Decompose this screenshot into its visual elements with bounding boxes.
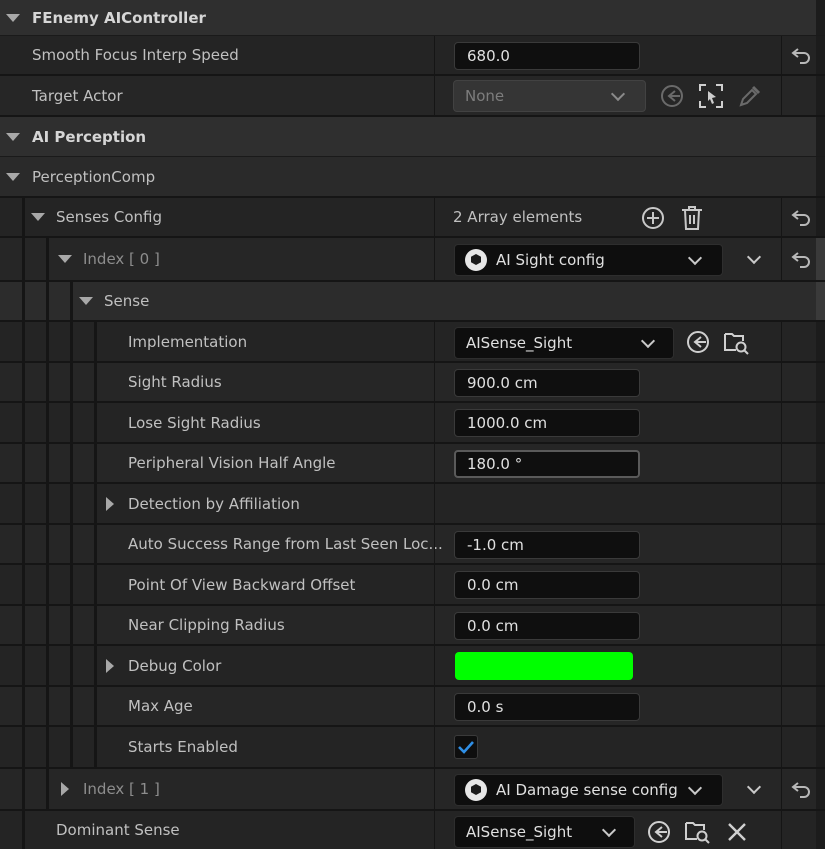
property-label: Peripheral Vision Half Angle	[128, 454, 336, 472]
cube-icon	[465, 779, 487, 801]
row-detection-by-affiliation[interactable]: Detection by Affiliation	[0, 484, 825, 525]
array-count: 2 Array elements	[453, 208, 583, 226]
property-label: Implementation	[128, 332, 248, 351]
browse-icon[interactable]	[685, 819, 711, 845]
category-ai-perception[interactable]: AI Perception	[0, 117, 825, 157]
property-label: Target Actor	[32, 86, 123, 105]
row-max-age: Max Age 0.0 s	[0, 687, 825, 727]
row-starts-enabled: Starts Enabled	[0, 727, 825, 769]
pov-backward-offset-input[interactable]: 0.0 cm	[454, 571, 640, 599]
combo-value: AISense_Sight	[466, 823, 573, 841]
add-icon[interactable]	[641, 206, 665, 230]
row-senses-config: Senses Config 2 Array elements	[0, 198, 825, 238]
trash-icon[interactable]	[681, 206, 703, 230]
property-label: Senses Config	[56, 208, 163, 226]
reset-arrow-icon[interactable]	[791, 208, 811, 226]
row-pov-backward-offset: Point Of View Backward Offset 0.0 cm	[0, 565, 825, 606]
property-label: Debug Color	[128, 656, 222, 675]
auto-success-range-input[interactable]: -1.0 cm	[454, 531, 640, 559]
row-near-clipping-radius: Near Clipping Radius 0.0 cm	[0, 606, 825, 646]
property-label: Lose Sight Radius	[128, 413, 261, 432]
combo-value: AISense_Sight	[466, 334, 573, 352]
expand-arrow-icon[interactable]	[106, 658, 114, 673]
reset-arrow-icon[interactable]	[791, 250, 811, 268]
row-target-actor: Target Actor None	[0, 76, 825, 117]
debug-color-swatch[interactable]	[455, 652, 633, 680]
row-dominant-sense: Dominant Sense AISense_Sight	[0, 811, 825, 849]
chevron-down-icon	[640, 333, 656, 349]
row-index-0: Index [ 0 ] AI Sight config	[0, 238, 825, 282]
smooth-focus-input[interactable]: 680.0	[454, 42, 640, 70]
clear-icon[interactable]	[727, 822, 747, 842]
use-selected-icon[interactable]	[686, 330, 710, 354]
use-selected-icon[interactable]	[647, 820, 671, 844]
dominant-sense-combo[interactable]: AISense_Sight	[454, 816, 635, 848]
collapse-arrow-icon[interactable]	[31, 213, 45, 221]
collapse-arrow-icon[interactable]	[6, 13, 20, 22]
index-0-combo[interactable]: AI Sight config	[454, 244, 723, 276]
property-label: Index [ 0 ]	[83, 250, 160, 268]
category-title: FEnemy AIController	[32, 8, 206, 27]
pick-actor-icon[interactable]	[698, 83, 724, 109]
chevron-down-icon	[610, 86, 626, 102]
chevron-down-icon	[687, 250, 703, 266]
expand-arrow-icon[interactable]	[61, 782, 69, 796]
peripheral-vision-input[interactable]: 180.0 °	[454, 450, 640, 478]
combo-value: AI Damage sense config	[496, 781, 678, 799]
collapse-arrow-icon[interactable]	[6, 172, 20, 181]
chevron-down-icon	[601, 822, 617, 838]
target-actor-combo[interactable]: None	[453, 80, 646, 112]
property-label: Sense	[104, 292, 150, 310]
property-label: Point Of View Backward Offset	[128, 575, 356, 594]
chevron-down-icon[interactable]	[746, 249, 762, 265]
combo-value: AI Sight config	[496, 251, 605, 269]
collapse-arrow-icon[interactable]	[79, 297, 93, 305]
use-selected-icon[interactable]	[660, 84, 684, 108]
row-auto-success-range: Auto Success Range from Last Seen Loc...…	[0, 525, 825, 565]
category-title: AI Perception	[32, 127, 147, 146]
property-label: Detection by Affiliation	[128, 494, 300, 513]
row-smooth-focus-interp-speed: Smooth Focus Interp Speed 680.0	[0, 36, 825, 76]
lose-sight-radius-input[interactable]: 1000.0 cm	[454, 409, 640, 437]
row-peripheral-vision-half-angle: Peripheral Vision Half Angle 180.0 °	[0, 444, 825, 484]
max-age-input[interactable]: 0.0 s	[454, 693, 640, 721]
row-sight-radius: Sight Radius 900.0 cm	[0, 363, 825, 403]
property-label: Smooth Focus Interp Speed	[32, 46, 239, 64]
collapse-arrow-icon[interactable]	[58, 255, 72, 263]
near-clipping-radius-input[interactable]: 0.0 cm	[454, 612, 640, 640]
category-fenemy-aicontroller[interactable]: FEnemy AIController	[0, 0, 825, 36]
implementation-combo[interactable]: AISense_Sight	[454, 327, 674, 359]
index-1-combo[interactable]: AI Damage sense config	[454, 774, 723, 806]
property-label: PerceptionComp	[32, 167, 156, 186]
property-label: Index [ 1 ]	[83, 780, 160, 798]
row-debug-color: Debug Color	[0, 646, 825, 687]
sight-radius-input[interactable]: 900.0 cm	[454, 369, 640, 397]
property-label: Dominant Sense	[56, 821, 180, 839]
collapse-arrow-icon[interactable]	[6, 132, 20, 141]
chevron-down-icon[interactable]	[746, 779, 762, 795]
reset-arrow-icon[interactable]	[791, 46, 811, 64]
browse-icon[interactable]	[724, 330, 750, 356]
checkmark-icon	[458, 741, 474, 754]
property-label: Near Clipping Radius	[128, 616, 285, 634]
property-label: Sight Radius	[128, 373, 222, 391]
property-label: Starts Enabled	[128, 738, 238, 756]
row-index-1: Index [ 1 ] AI Damage sense config	[0, 769, 825, 811]
property-label: Auto Success Range from Last Seen Loc...	[128, 535, 443, 553]
property-label: Max Age	[128, 697, 193, 715]
reset-arrow-icon[interactable]	[791, 780, 811, 798]
cube-icon	[465, 249, 487, 271]
eyedropper-icon[interactable]	[738, 84, 762, 108]
expand-arrow-icon[interactable]	[106, 496, 114, 511]
row-sense: Sense	[0, 282, 825, 322]
starts-enabled-checkbox[interactable]	[454, 735, 478, 759]
combo-value: None	[465, 87, 505, 105]
row-perception-comp[interactable]: PerceptionComp	[0, 157, 825, 198]
row-implementation: Implementation AISense_Sight	[0, 322, 825, 363]
row-lose-sight-radius: Lose Sight Radius 1000.0 cm	[0, 403, 825, 444]
chevron-down-icon	[687, 780, 703, 796]
